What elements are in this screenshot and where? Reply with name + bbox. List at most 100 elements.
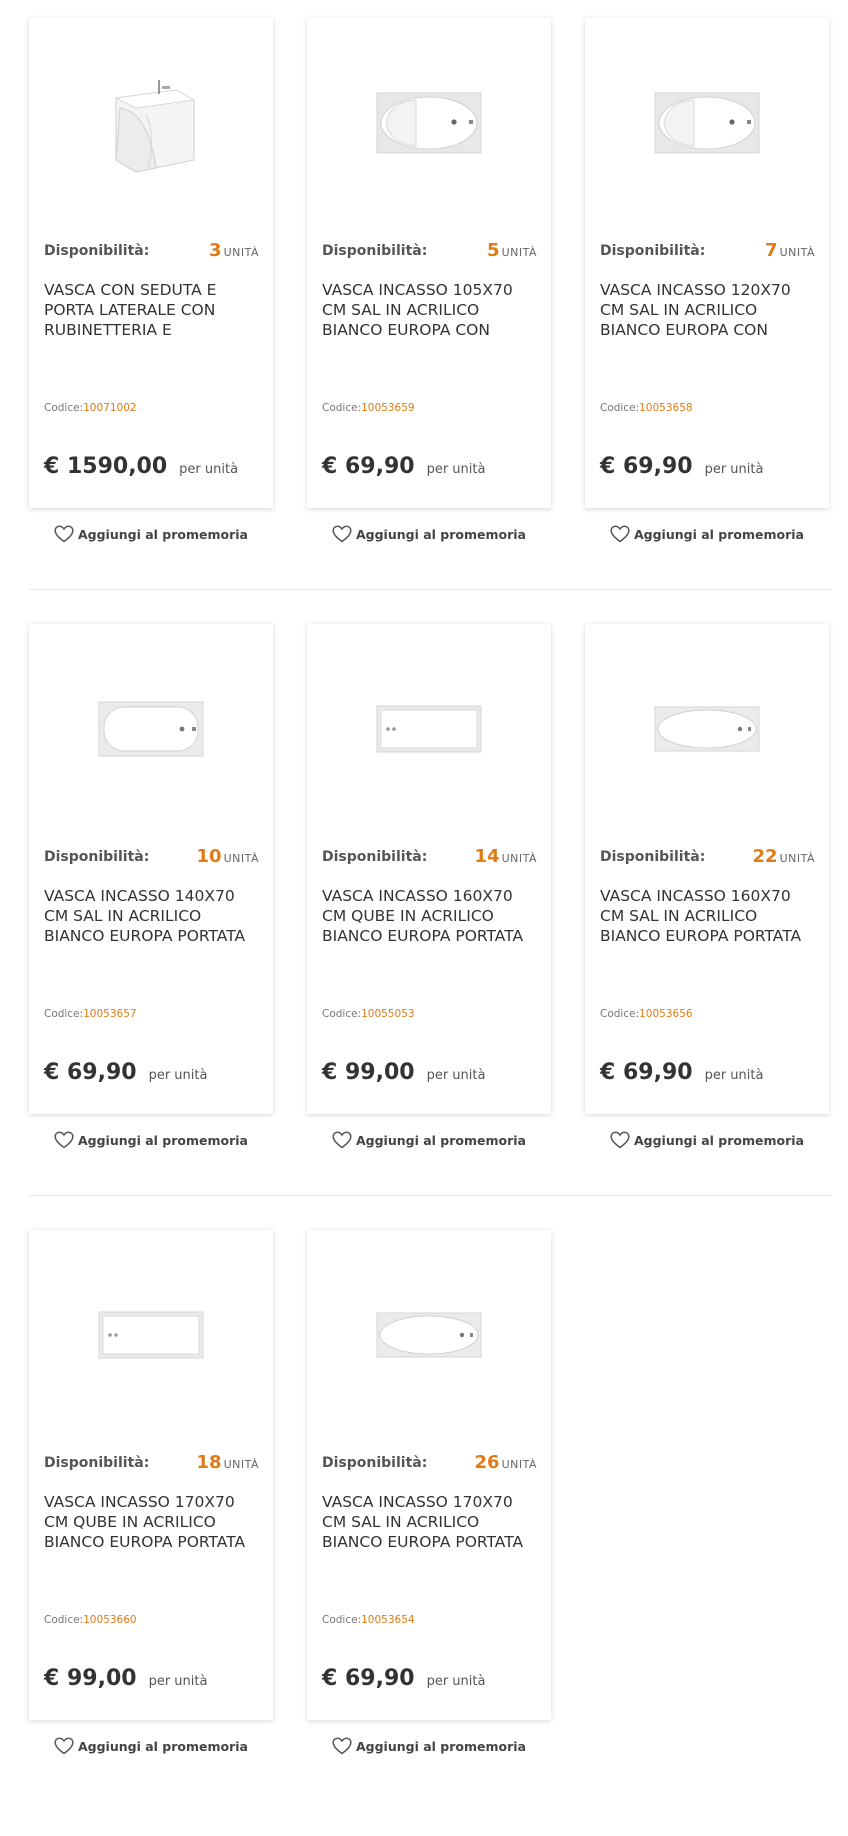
stock-count: 5 (487, 240, 500, 261)
availability-label: Disponibilità: (322, 1455, 428, 1471)
add-to-reminder-button[interactable]: Aggiungi al promemoria (29, 1128, 273, 1152)
product-image[interactable] (307, 1230, 551, 1440)
product-code-label: Codice: (44, 402, 84, 414)
add-to-reminder-button[interactable]: Aggiungi al promemoria (307, 522, 551, 546)
add-to-reminder-button[interactable]: Aggiungi al promemoria (29, 1734, 273, 1758)
product-image[interactable] (29, 624, 273, 834)
product-title[interactable]: VASCA INCASSO 105X70 CM SAL IN ACRILICO … (322, 280, 539, 340)
price-value: € 69,90 (322, 454, 415, 479)
product-image[interactable] (307, 624, 551, 834)
product-code-label: Codice: (600, 1008, 640, 1020)
availability-label: Disponibilità: (600, 849, 706, 865)
product-card[interactable]: Disponibilità: 14 UNITÀ VASCA INCASSO 160X7… (307, 624, 551, 1114)
product-code: Codice:10071002 (44, 402, 137, 414)
product-code-value: 10071002 (83, 402, 137, 414)
add-to-reminder-button[interactable]: Aggiungi al promemoria (307, 1734, 551, 1758)
price-value: € 99,00 (322, 1060, 415, 1085)
price-value: € 69,90 (600, 454, 693, 479)
product-code-label: Codice: (322, 1008, 362, 1020)
product-image[interactable] (585, 624, 829, 834)
product-code-value: 10053660 (83, 1614, 137, 1626)
heart-icon (332, 525, 356, 543)
availability: Disponibilità: 3 UNITÀ (44, 240, 259, 264)
product-title[interactable]: VASCA INCASSO 140X70 CM SAL IN ACRILICO … (44, 886, 261, 946)
availability-quantity: 10 UNITÀ (197, 846, 259, 867)
add-to-reminder-label: Aggiungi al promemoria (77, 1738, 248, 1754)
product-image[interactable] (585, 18, 829, 228)
product-image[interactable] (29, 1230, 273, 1440)
product-title[interactable]: VASCA INCASSO 170X70 CM SAL IN ACRILICO … (322, 1492, 539, 1552)
availability: Disponibilità: 7 UNITÀ (600, 240, 815, 264)
product-card[interactable]: Disponibilità: 22 UNITÀ VASCA INCASSO 160X7… (585, 624, 829, 1114)
product-card[interactable]: Disponibilità: 3 UNITÀ VASCA CON SEDUTA E P… (29, 18, 273, 508)
price-per-unit: per unità (426, 1674, 486, 1689)
price-value: € 69,90 (600, 1060, 693, 1085)
add-to-reminder-button[interactable]: Aggiungi al promemoria (307, 1128, 551, 1152)
product-card[interactable]: Disponibilità: 5 UNITÀ VASCA INCASSO 105X70… (307, 18, 551, 508)
availability: Disponibilità: 5 UNITÀ (322, 240, 537, 264)
availability-label: Disponibilità: (322, 849, 428, 865)
product-price: € 69,90 per unità (322, 454, 485, 479)
availability-label: Disponibilità: (44, 243, 150, 259)
add-to-reminder-button[interactable]: Aggiungi al promemoria (585, 1128, 829, 1152)
product-title[interactable]: VASCA INCASSO 160X70 CM QUBE IN ACRILICO… (322, 886, 539, 946)
heart-icon (610, 1131, 634, 1149)
product-price: € 69,90 per unità (600, 454, 763, 479)
product-code: Codice:10053657 (44, 1008, 137, 1020)
product-code: Codice:10053659 (322, 402, 415, 414)
product-title[interactable]: VASCA INCASSO 160X70 CM SAL IN ACRILICO … (600, 886, 817, 946)
stock-unit: UNITÀ (501, 852, 537, 865)
product-code: Codice:10053658 (600, 402, 693, 414)
product-price: € 99,00 per unità (322, 1060, 485, 1085)
price-per-unit: per unità (148, 1068, 208, 1083)
price-per-unit: per unità (179, 462, 239, 477)
availability-label: Disponibilità: (600, 243, 706, 259)
product-title[interactable]: VASCA INCASSO 120X70 CM SAL IN ACRILICO … (600, 280, 817, 340)
product-image[interactable] (29, 18, 273, 228)
add-to-reminder-button[interactable]: Aggiungi al promemoria (585, 522, 829, 546)
product-title[interactable]: VASCA CON SEDUTA E PORTA LATERALE CON RU… (44, 280, 261, 340)
product-code-value: 10053656 (639, 1008, 693, 1020)
stock-unit: UNITÀ (779, 852, 815, 865)
product-code: Codice:10053654 (322, 1614, 415, 1626)
product-card[interactable]: Disponibilità: 10 UNITÀ VASCA INCASSO 140X7… (29, 624, 273, 1114)
heart-icon (54, 1131, 78, 1149)
product-grid: Disponibilità: 3 UNITÀ VASCA CON SEDUTA E P… (29, 18, 832, 1836)
availability: Disponibilità: 26 UNITÀ (322, 1452, 537, 1476)
product-card[interactable]: Disponibilità: 7 UNITÀ VASCA INCASSO 120X70… (585, 18, 829, 508)
row-divider (29, 1195, 832, 1196)
heart-icon (54, 525, 78, 543)
price-per-unit: per unità (426, 462, 486, 477)
product-title[interactable]: VASCA INCASSO 170X70 CM QUBE IN ACRILICO… (44, 1492, 261, 1552)
product-card[interactable]: Disponibilità: 26 UNITÀ VASCA INCASSO 170X7… (307, 1230, 551, 1720)
stock-unit: UNITÀ (501, 246, 537, 259)
product-code-value: 10053659 (361, 402, 415, 414)
add-to-reminder-button[interactable]: Aggiungi al promemoria (29, 522, 273, 546)
product-card[interactable]: Disponibilità: 18 UNITÀ VASCA INCASSO 170X7… (29, 1230, 273, 1720)
availability-quantity: 7 UNITÀ (765, 240, 815, 261)
availability-quantity: 5 UNITÀ (487, 240, 537, 261)
availability-label: Disponibilità: (44, 849, 150, 865)
product-price: € 1590,00 per unità (44, 454, 238, 479)
product-price: € 69,90 per unità (322, 1666, 485, 1691)
availability-quantity: 26 UNITÀ (475, 1452, 537, 1473)
product-image[interactable] (307, 18, 551, 228)
availability: Disponibilità: 10 UNITÀ (44, 846, 259, 870)
add-to-reminder-label: Aggiungi al promemoria (355, 526, 526, 542)
stock-count: 14 (474, 846, 500, 867)
price-value: € 1590,00 (44, 454, 168, 479)
add-to-reminder-label: Aggiungi al promemoria (77, 1132, 248, 1148)
product-code-label: Codice: (44, 1614, 84, 1626)
stock-unit: UNITÀ (779, 246, 815, 259)
stock-unit: UNITÀ (223, 852, 259, 865)
stock-unit: UNITÀ (223, 246, 259, 259)
price-per-unit: per unità (148, 1674, 208, 1689)
heart-icon (332, 1737, 356, 1755)
product-code-value: 10053654 (361, 1614, 415, 1626)
product-code: Codice:10053656 (600, 1008, 693, 1020)
product-code-value: 10053658 (639, 402, 693, 414)
availability-quantity: 22 UNITÀ (753, 846, 815, 867)
stock-count: 18 (196, 1452, 222, 1473)
heart-icon (332, 1131, 356, 1149)
availability-quantity: 14 UNITÀ (475, 846, 537, 867)
